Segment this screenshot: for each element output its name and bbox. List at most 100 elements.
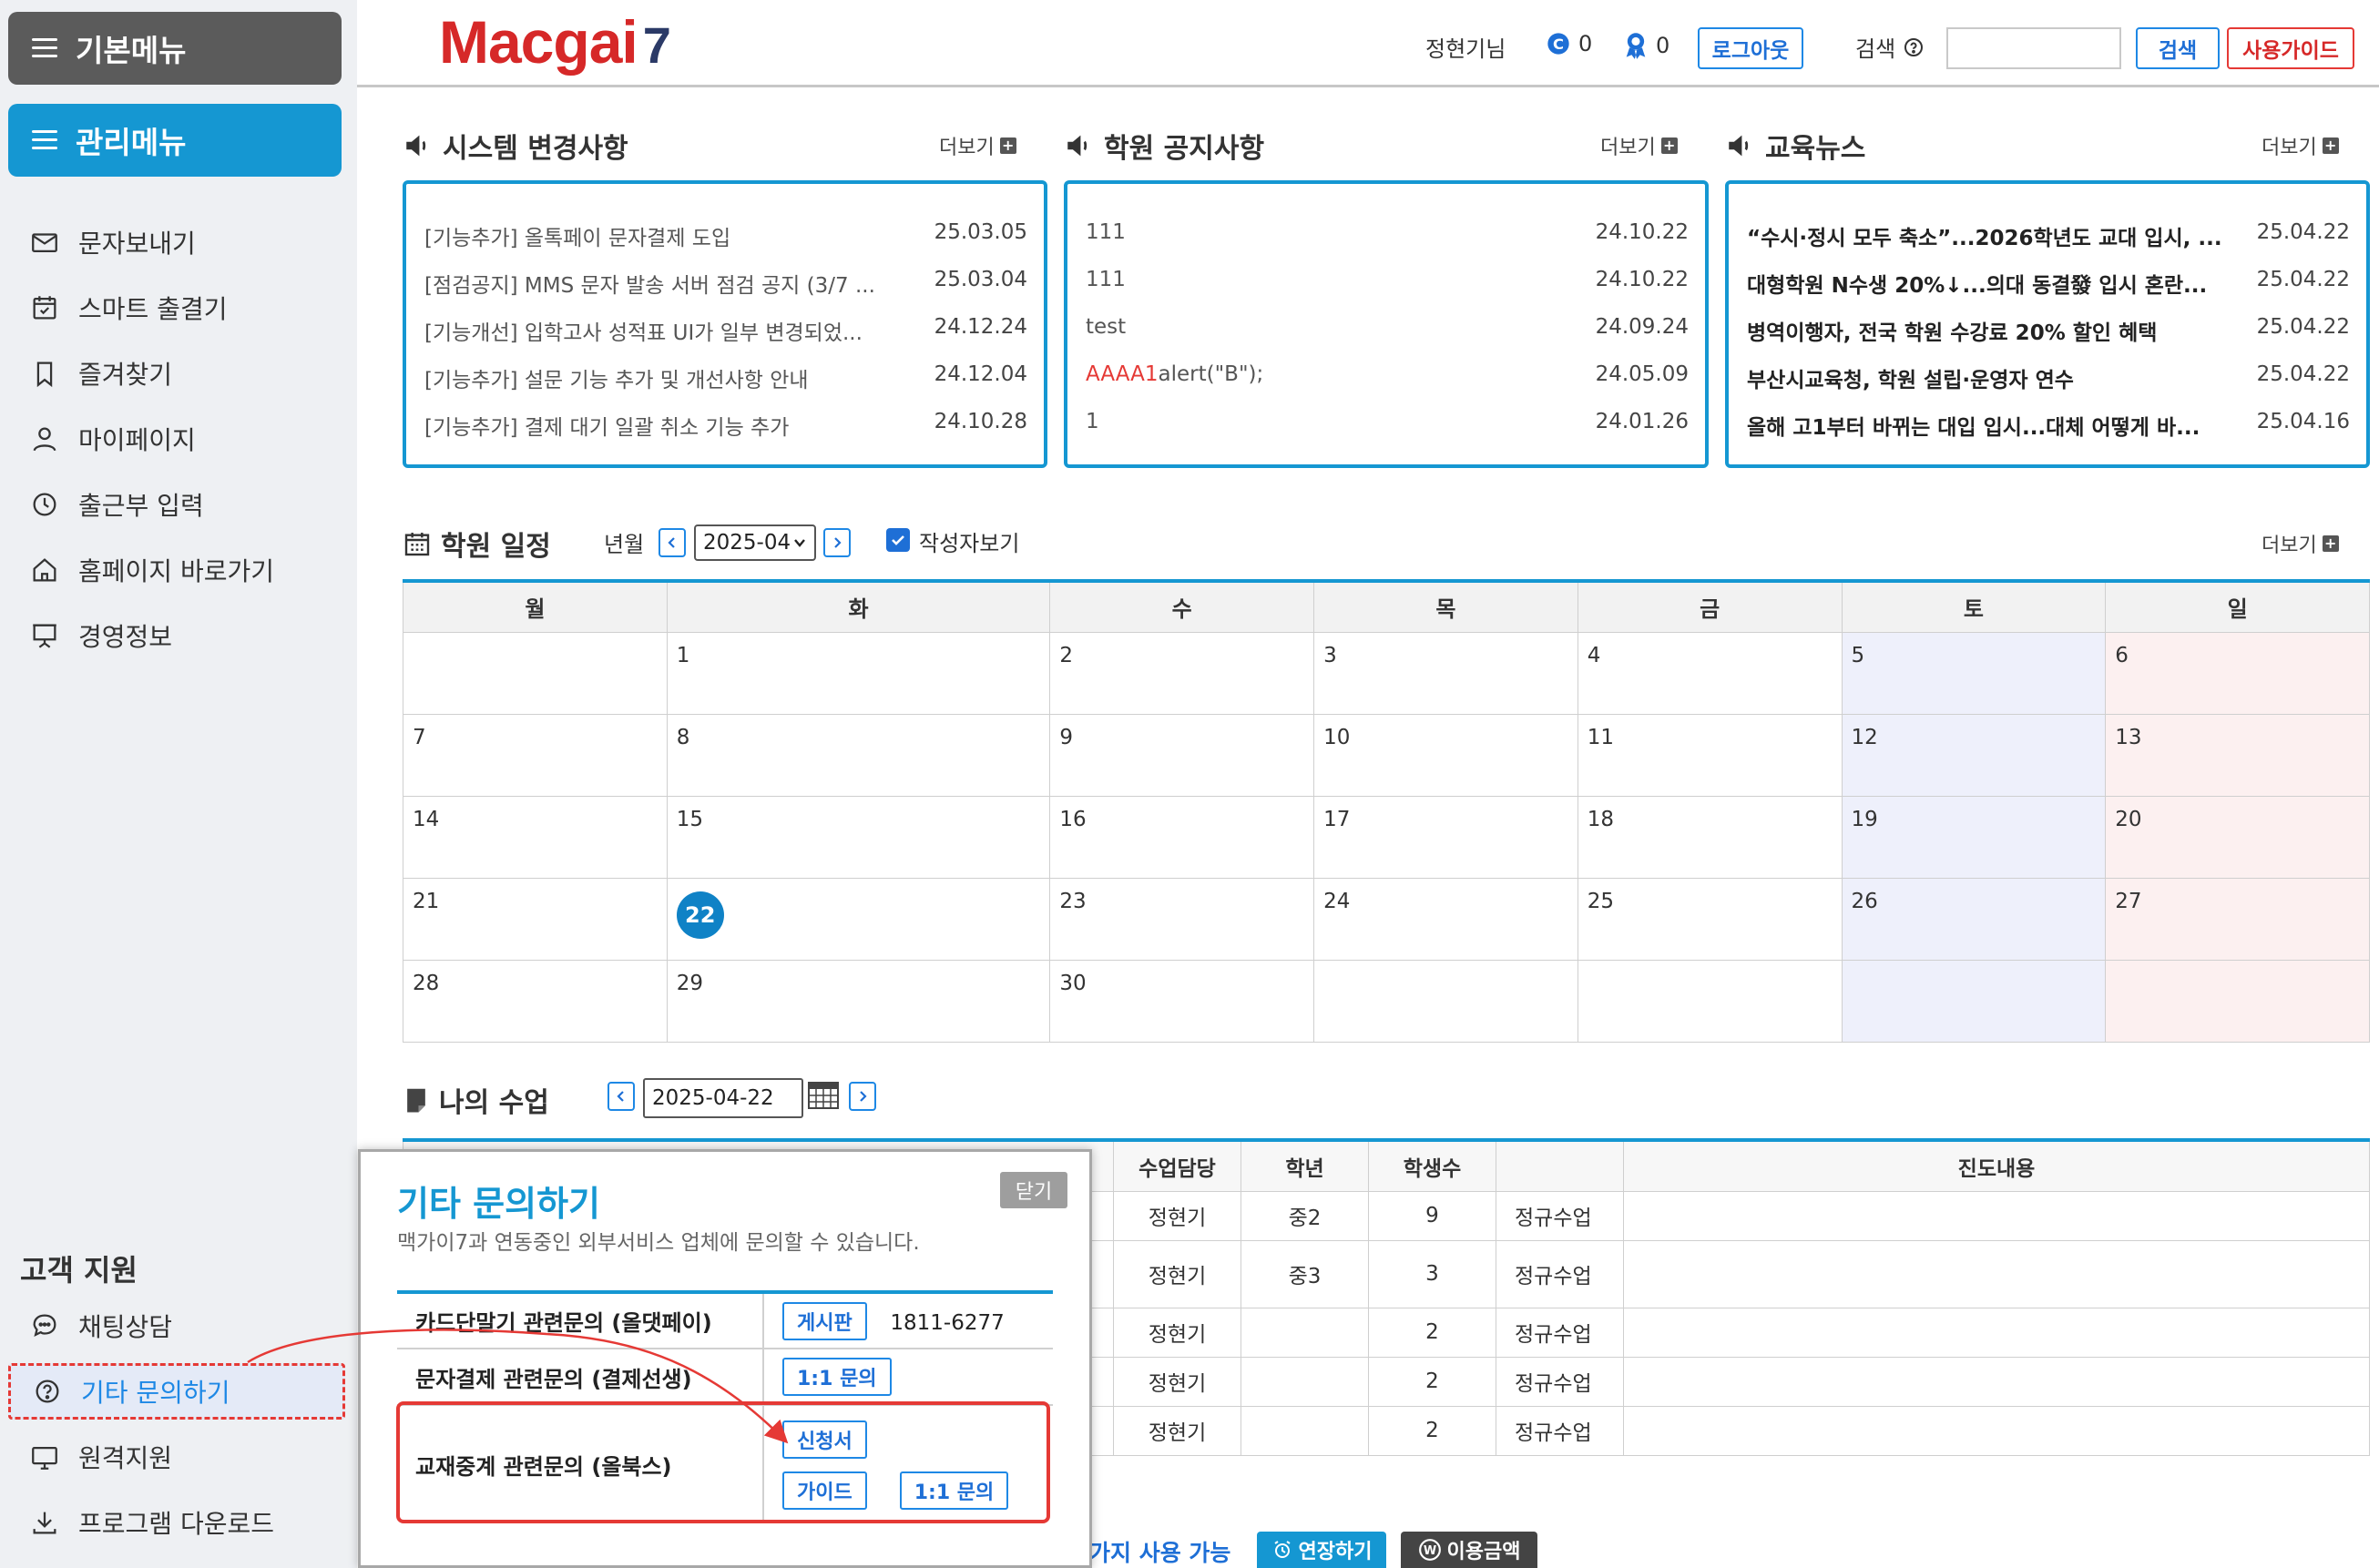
education-news-more-link[interactable]: 더보기 + bbox=[2262, 131, 2339, 160]
calendar-day-cell[interactable]: 7 bbox=[403, 713, 668, 797]
prev-month-button[interactable] bbox=[659, 528, 686, 557]
calendar-day-cell[interactable]: 18 bbox=[1577, 795, 1843, 879]
calendar-day-cell[interactable] bbox=[1841, 959, 2107, 1043]
one-to-one-inquiry-button[interactable]: 1:1 문의 bbox=[782, 1358, 892, 1396]
calendar-day-cell[interactable]: 12 bbox=[1841, 713, 2107, 797]
calendar-day-cell[interactable]: 29 bbox=[666, 959, 1051, 1043]
user-icon bbox=[33, 427, 56, 452]
calendar-day-cell[interactable]: 20 bbox=[2105, 795, 2370, 879]
sidebar-item-favorites[interactable]: 즐겨찾기 bbox=[29, 353, 172, 393]
more-label: 더보기 bbox=[2262, 535, 2317, 557]
prev-date-button[interactable] bbox=[608, 1082, 635, 1111]
list-item[interactable]: 병역이행자, 전국 학원 수강료 20% 할인 혜택 25.04.22 bbox=[1747, 315, 2350, 345]
sidebar-item-send-sms[interactable]: 문자보내기 bbox=[29, 222, 196, 262]
system-changes-more-link[interactable]: 더보기 + bbox=[939, 131, 1016, 160]
academy-notice-more-link[interactable]: 더보기 + bbox=[1600, 131, 1678, 160]
list-item[interactable]: “수시·정시 모두 축소”...2026학년도 교대 입시, ... 25.04.… bbox=[1747, 220, 2350, 250]
month-select[interactable]: 2025-04 bbox=[694, 524, 816, 561]
calendar-day-cell[interactable]: 17 bbox=[1313, 795, 1578, 879]
list-item[interactable]: 부산시교육청, 학원 설립·운영자 연수 25.04.22 bbox=[1747, 362, 2350, 392]
popup-close-button[interactable]: 닫기 bbox=[1000, 1172, 1067, 1208]
calendar-day-cell[interactable]: 15 bbox=[666, 795, 1051, 879]
calendar-day-cell[interactable]: 6 bbox=[2105, 631, 2370, 715]
calendar-day-cell[interactable] bbox=[1313, 959, 1578, 1043]
calendar-day-cell[interactable]: 21 bbox=[403, 877, 668, 961]
sidebar-item-other-inquiry[interactable]: 기타 문의하기 bbox=[8, 1363, 345, 1420]
calendar-day-cell[interactable]: 2 bbox=[1049, 631, 1315, 715]
list-item[interactable]: AAAA1alert("B"); 24.05.09 bbox=[1086, 362, 1689, 390]
calendar-day-cell[interactable]: 16 bbox=[1049, 795, 1315, 879]
calendar-day-cell[interactable]: 30 bbox=[1049, 959, 1315, 1043]
next-month-button[interactable] bbox=[823, 528, 851, 557]
today-marker: 22 bbox=[676, 891, 724, 939]
calendar-day-cell[interactable]: 4 bbox=[1577, 631, 1843, 715]
badge-counter[interactable]: 0 bbox=[1623, 31, 1669, 60]
schedule-more-link[interactable]: 더보기 + bbox=[2262, 529, 2339, 558]
calendar-day-cell[interactable] bbox=[2105, 959, 2370, 1043]
calendar-day-cell[interactable]: 13 bbox=[2105, 713, 2370, 797]
point-counter[interactable]: C 0 bbox=[1546, 31, 1592, 56]
list-item[interactable]: 111 24.10.22 bbox=[1086, 220, 1689, 248]
list-item[interactable]: test 24.09.24 bbox=[1086, 315, 1689, 342]
student-count-cell: 3 bbox=[1368, 1239, 1496, 1308]
show-writer-checkbox[interactable] bbox=[886, 528, 910, 552]
calendar-day-cell[interactable]: 19 bbox=[1841, 795, 2107, 879]
guide-button[interactable]: 가이드 bbox=[782, 1471, 867, 1510]
board-button[interactable]: 게시판 bbox=[782, 1301, 867, 1340]
list-item[interactable]: [기능추가] 설문 기능 추가 및 개선사항 안내 24.12.04 bbox=[424, 362, 1027, 392]
sidebar-item-smart-attendance[interactable]: 스마트 출결기 bbox=[29, 288, 227, 328]
next-date-button[interactable] bbox=[849, 1082, 876, 1111]
calendar-day-cell[interactable]: 9 bbox=[1049, 713, 1315, 797]
list-item[interactable]: [점검공지] MMS 문자 발송 서버 점검 공지 (3/7 ... 25.03.… bbox=[424, 268, 1027, 298]
calendar-day-cell[interactable]: 26 bbox=[1841, 877, 2107, 961]
calendar-day-cell[interactable]: 11 bbox=[1577, 713, 1843, 797]
calendar-picker-icon[interactable] bbox=[808, 1082, 839, 1109]
user-guide-button[interactable]: 사용가이드 bbox=[2227, 27, 2354, 69]
basic-menu-button[interactable]: 기본메뉴 bbox=[8, 12, 342, 85]
day-number: 24 bbox=[1323, 889, 1351, 913]
calendar-day-cell[interactable]: 22 bbox=[666, 877, 1051, 961]
calendar-day-cell[interactable]: 24 bbox=[1313, 877, 1578, 961]
calendar-day-cell[interactable]: 5 bbox=[1841, 631, 2107, 715]
calendar-day-cell[interactable]: 14 bbox=[403, 795, 668, 879]
list-item[interactable]: [기능추가] 올톡페이 문자결제 도입 25.03.05 bbox=[424, 220, 1027, 250]
sidebar-item-management-info[interactable]: 경영정보 bbox=[29, 616, 172, 656]
calendar-day-cell[interactable] bbox=[1577, 959, 1843, 1043]
extend-button[interactable]: 연장하기 bbox=[1257, 1532, 1386, 1568]
calendar-day-cell[interactable]: 8 bbox=[666, 713, 1051, 797]
sidebar-item-chat-support[interactable]: 채팅상담 bbox=[29, 1306, 172, 1346]
sidebar-item-program-download[interactable]: 프로그램 다운로드 bbox=[29, 1502, 274, 1543]
list-item[interactable]: 대형학원 N수생 20%↓...의대 동결發 입시 혼란... 25.04.22 bbox=[1747, 268, 2350, 298]
macgai-logo[interactable]: Macgai 7 bbox=[439, 7, 671, 76]
list-item[interactable]: [기능개선] 입학고사 성적표 UI가 일부 변경되었... 24.12.24 bbox=[424, 315, 1027, 345]
class-date-input[interactable]: 2025-04-22 bbox=[643, 1078, 803, 1118]
list-item-title: 111 bbox=[1086, 268, 1126, 291]
logout-button[interactable]: 로그아웃 bbox=[1698, 27, 1803, 69]
list-item[interactable]: 올해 고1부터 바뀌는 대입 입시...대체 어떻게 바... 25.04.16 bbox=[1747, 410, 2350, 440]
calendar-day-cell[interactable]: 1 bbox=[666, 631, 1051, 715]
search-input[interactable] bbox=[1946, 27, 2121, 69]
calendar-day-cell[interactable]: 23 bbox=[1049, 877, 1315, 961]
day-number: 10 bbox=[1323, 725, 1351, 749]
teacher-cell: 정현기 bbox=[1113, 1356, 1241, 1407]
help-circle-icon[interactable] bbox=[1903, 36, 1925, 58]
list-item[interactable]: [기능추가] 결제 대기 일괄 취소 기능 추가 24.10.28 bbox=[424, 410, 1027, 440]
calendar-day-cell[interactable]: 10 bbox=[1313, 713, 1578, 797]
calendar-day-cell[interactable]: 27 bbox=[2105, 877, 2370, 961]
sidebar-item-attendance-input[interactable]: 출근부 입력 bbox=[29, 484, 204, 524]
list-item[interactable]: 111 24.10.22 bbox=[1086, 268, 1689, 295]
sidebar-item-homepage[interactable]: 홈페이지 바로가기 bbox=[29, 550, 274, 590]
plus-icon: + bbox=[999, 137, 1016, 154]
application-form-button[interactable]: 신청서 bbox=[782, 1420, 867, 1459]
list-item[interactable]: 1 24.01.26 bbox=[1086, 410, 1689, 437]
admin-menu-button[interactable]: 관리메뉴 bbox=[8, 104, 342, 177]
one-to-one-inquiry-button[interactable]: 1:1 문의 bbox=[899, 1471, 1009, 1510]
calendar-day-cell[interactable] bbox=[403, 631, 668, 715]
usage-fee-button[interactable]: W 이용금액 bbox=[1401, 1532, 1537, 1568]
sidebar-item-mypage[interactable]: 마이페이지 bbox=[29, 419, 196, 459]
calendar-day-cell[interactable]: 3 bbox=[1313, 631, 1578, 715]
calendar-day-cell[interactable]: 25 bbox=[1577, 877, 1843, 961]
calendar-day-cell[interactable]: 28 bbox=[403, 959, 668, 1043]
sidebar-item-remote-support[interactable]: 원격지원 bbox=[29, 1437, 172, 1477]
search-button[interactable]: 검색 bbox=[2136, 27, 2220, 69]
